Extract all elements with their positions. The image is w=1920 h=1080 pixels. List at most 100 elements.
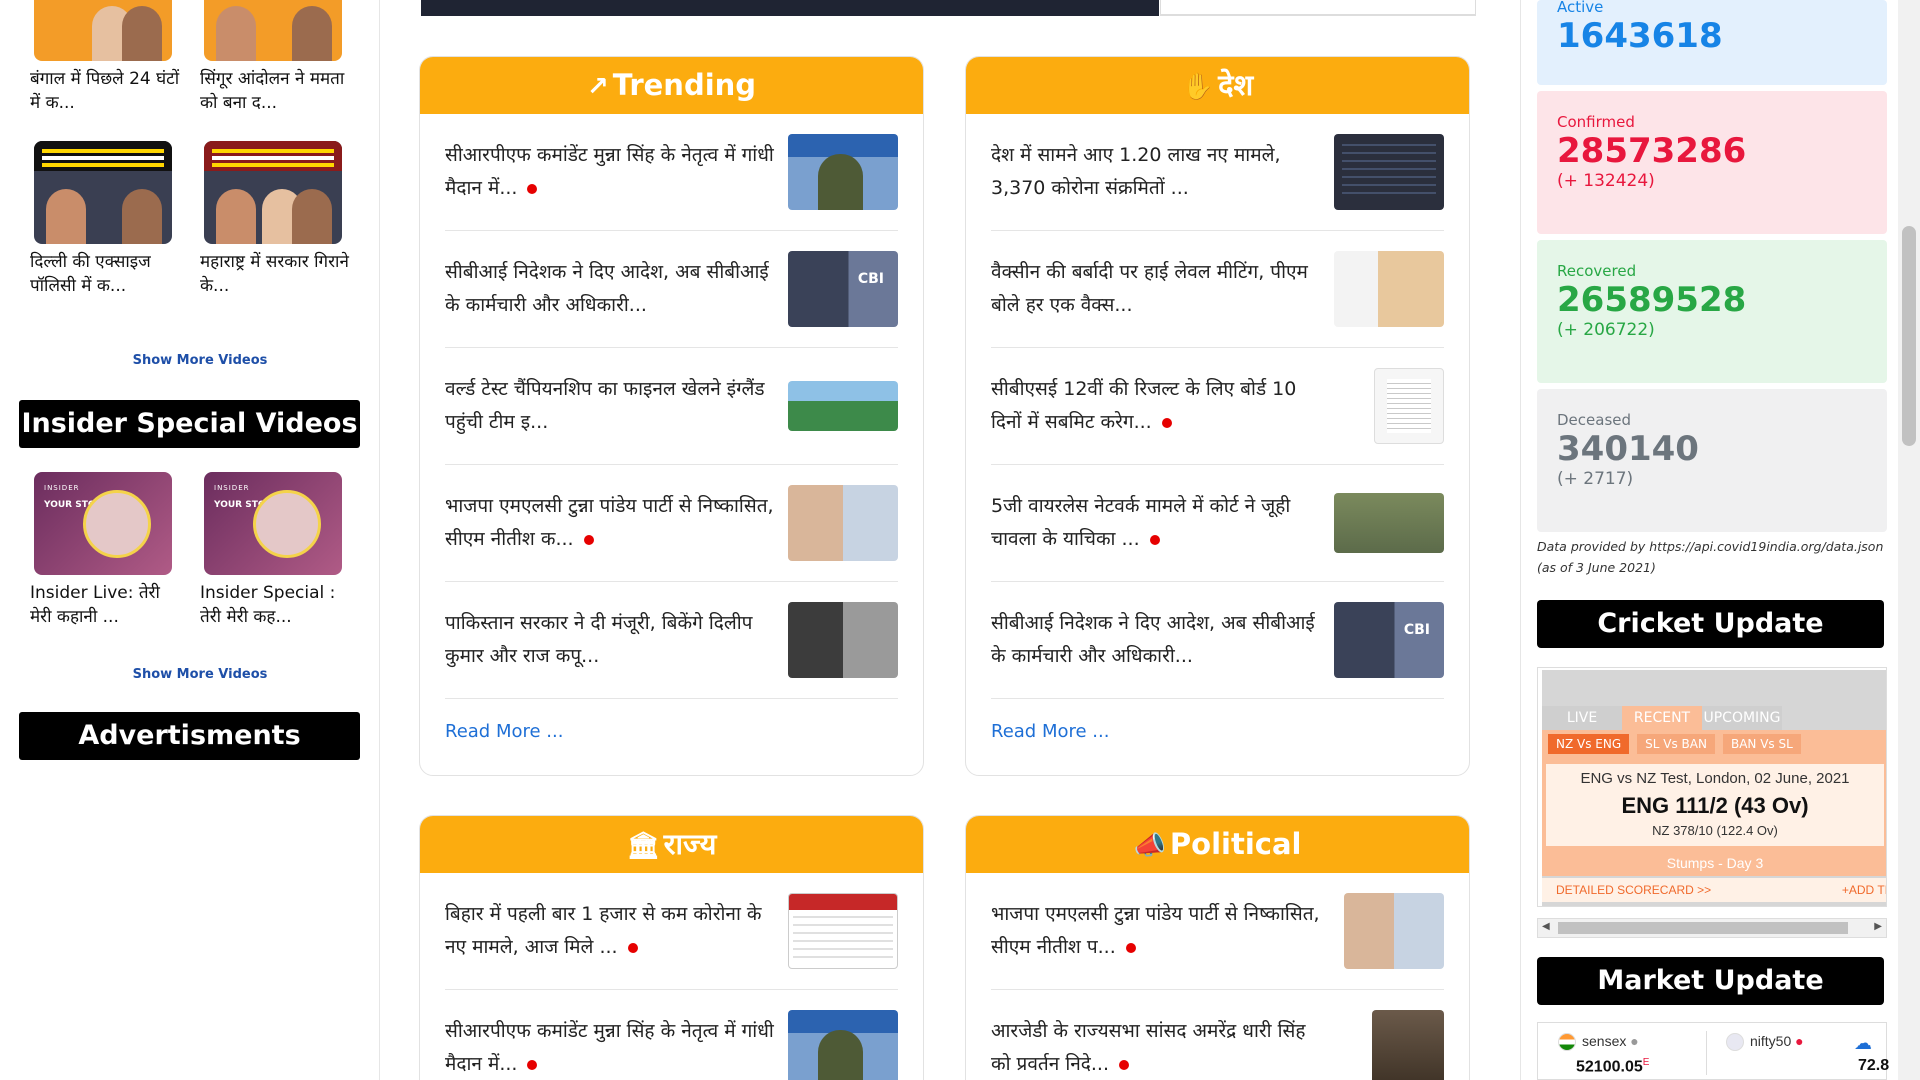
active-value: 1643618: [1557, 16, 1723, 56]
video-title[interactable]: सिंगूर आंदोलन ने ममता को बना द...: [200, 67, 350, 115]
video-thumbnail[interactable]: [34, 141, 172, 244]
video-title[interactable]: Insider Live: तेरी मेरी कहानी ...: [30, 581, 180, 629]
cricket-horizontal-scrollbar[interactable]: ◀ ▶: [1537, 918, 1887, 938]
news-thumbnail[interactable]: [1334, 251, 1444, 327]
news-headline[interactable]: सीआरपीएफ कमांडेंट मुन्ना सिंह के नेतृत्व…: [445, 1020, 774, 1075]
market-update-heading: Market Update: [1537, 957, 1884, 1005]
covid-deceased-card: Deceased 340140 (+ 2717): [1537, 389, 1887, 532]
news-thumbnail[interactable]: [788, 251, 898, 327]
video-card[interactable]: बंगाल में पिछले 24 घंटों में क...: [30, 0, 200, 141]
cricket-widget: LIVE RECENT UPCOMING NZ Vs ENG SL Vs BAN…: [1537, 667, 1887, 907]
news-item[interactable]: भाजपा एमएलसी टुन्ना पांडेय पार्टी से निष…: [445, 465, 898, 582]
news-headline[interactable]: पाकिस्तान सरकार ने दी मंजूरी, बिकेंगे दि…: [445, 612, 752, 667]
cricket-update-heading: Cricket Update: [1537, 600, 1884, 648]
video-thumbnail[interactable]: [204, 141, 342, 244]
news-item[interactable]: आरजेडी के राज्यसभा सांसद अमरेंद्र धारी स…: [991, 990, 1444, 1080]
trending-header[interactable]: ↗ Trending: [420, 57, 923, 114]
show-more-videos-link[interactable]: Show More Videos: [30, 353, 370, 368]
news-headline[interactable]: बिहार में पहली बार 1 हजार से कम कोरोना क…: [445, 903, 762, 958]
news-item[interactable]: 5जी वायरलेस नेटवर्क मामले में कोर्ट ने ज…: [991, 465, 1444, 582]
news-headline[interactable]: सीबीआई निदेशक ने दिए आदेश, अब सीबीआई के …: [445, 261, 769, 316]
news-thumbnail[interactable]: [1334, 134, 1444, 210]
tab-upcoming[interactable]: UPCOMING: [1702, 706, 1782, 730]
video-thumbnail[interactable]: INSIDER YOUR STORY: [204, 472, 342, 575]
news-item[interactable]: सीआरपीएफ कमांडेंट मुन्ना सिंह के नेतृत्व…: [445, 114, 898, 231]
news-item[interactable]: भाजपा एमएलसी टुन्ना पांडेय पार्टी से निष…: [991, 873, 1444, 990]
news-item[interactable]: सीबीएसई 12वीं की रिजल्ट के लिए बोर्ड 10 …: [991, 348, 1444, 465]
news-headline[interactable]: वैक्सीन की बर्बादी पर हाई लेवल मीटिंग, प…: [991, 261, 1308, 316]
scroll-right-icon[interactable]: ▶: [1874, 921, 1882, 932]
insider-special-heading: Insider Special Videos: [19, 400, 360, 448]
political-card: 📣 Political भाजपा एमएलसी टुन्ना पांडेय पा…: [965, 815, 1470, 1080]
news-thumbnail[interactable]: [1344, 893, 1444, 969]
detailed-scorecard-link[interactable]: DETAILED SCORECARD >>: [1556, 883, 1711, 897]
scrollbar-thumb[interactable]: [1558, 922, 1848, 934]
rajya-header[interactable]: 🏛 राज्य: [420, 816, 923, 873]
news-item[interactable]: सीबीआई निदेशक ने दिए आदेश, अब सीबीआई के …: [445, 231, 898, 348]
news-thumbnail[interactable]: [788, 381, 898, 431]
news-thumbnail[interactable]: [1334, 602, 1444, 678]
page-vertical-scrollbar[interactable]: [1898, 0, 1920, 1080]
news-item[interactable]: सीआरपीएफ कमांडेंट मुन्ना सिंह के नेतृत्व…: [445, 990, 898, 1080]
video-thumbnail[interactable]: [34, 0, 172, 61]
scroll-left-icon[interactable]: ◀: [1542, 921, 1550, 932]
read-more-link[interactable]: Read More ...: [445, 721, 898, 775]
desh-header[interactable]: ✋ देश: [966, 57, 1469, 114]
news-headline[interactable]: सीबीआई निदेशक ने दिए आदेश, अब सीबीआई के …: [991, 612, 1315, 667]
match-tab[interactable]: NZ Vs ENG: [1548, 734, 1630, 754]
video-title[interactable]: Insider Special : तेरी मेरी कह...: [200, 581, 350, 629]
tab-live[interactable]: LIVE: [1542, 706, 1622, 730]
tab-recent[interactable]: RECENT: [1622, 706, 1702, 730]
video-grid-top: बंगाल में पिछले 24 घंटों में क... सिंगूर…: [30, 0, 370, 324]
news-headline[interactable]: भाजपा एमएलसी टुन्ना पांडेय पार्टी से निष…: [445, 495, 774, 550]
news-thumbnail[interactable]: [1374, 368, 1444, 444]
sensex-ticker[interactable]: sensex ● 52100.05E: [1558, 1033, 1649, 1075]
news-thumbnail[interactable]: [1334, 493, 1444, 553]
news-headline[interactable]: देश में सामने आए 1.20 लाख नए मामले, 3,37…: [991, 144, 1281, 199]
political-header[interactable]: 📣 Political: [966, 816, 1469, 873]
video-card[interactable]: महाराष्ट्र में सरकार गिराने के...: [200, 141, 370, 324]
news-thumbnail[interactable]: [788, 602, 898, 678]
nifty-ticker[interactable]: nifty50 ●: [1726, 1033, 1804, 1052]
news-item[interactable]: पाकिस्तान सरकार ने दी मंजूरी, बिकेंगे दि…: [445, 582, 898, 699]
video-thumbnail[interactable]: INSIDER YOUR STORY: [34, 472, 172, 575]
news-thumbnail[interactable]: [788, 134, 898, 210]
news-thumbnail[interactable]: [788, 1010, 898, 1080]
video-card[interactable]: INSIDER YOUR STORY Insider Special : तेर…: [200, 472, 370, 655]
read-more-link[interactable]: Read More ...: [991, 721, 1444, 775]
news-headline[interactable]: सीआरपीएफ कमांडेंट मुन्ना सिंह के नेतृत्व…: [445, 144, 774, 199]
sensex-suffix: E: [1642, 1057, 1650, 1068]
match-tab[interactable]: SL Vs BAN: [1637, 734, 1715, 754]
right-sidebar: Active 1643618 Confirmed 28573286 (+ 132…: [1520, 0, 1920, 1080]
video-card[interactable]: INSIDER YOUR STORY Insider Live: तेरी मे…: [30, 472, 200, 655]
news-item[interactable]: वर्ल्ड टेस्ट चैंपियनशिप का फाइनल खेलने इ…: [445, 348, 898, 465]
third-ticker[interactable]: ☁ 72.8: [1854, 1033, 1889, 1074]
add-widget-link[interactable]: +ADD TI: [1842, 883, 1886, 897]
news-headline[interactable]: 5जी वायरलेस नेटवर्क मामले में कोर्ट ने ज…: [991, 495, 1290, 550]
match-tab[interactable]: BAN Vs SL: [1722, 734, 1801, 754]
covid-active-card: Active 1643618: [1537, 0, 1887, 85]
video-title[interactable]: दिल्ली की एक्साइज पॉलिसी में क...: [30, 250, 180, 298]
scrollbar-thumb[interactable]: [1902, 226, 1916, 446]
video-title[interactable]: महाराष्ट्र में सरकार गिराने के...: [200, 250, 350, 298]
news-headline[interactable]: आरजेडी के राज्यसभा सांसद अमरेंद्र धारी स…: [991, 1020, 1306, 1075]
left-sidebar: बंगाल में पिछले 24 घंटों में क... सिंगूर…: [0, 0, 380, 1080]
video-thumbnail[interactable]: [204, 0, 342, 61]
megaphone-icon: 📣: [1133, 831, 1166, 861]
news-headline[interactable]: वर्ल्ड टेस्ट चैंपियनशिप का फाइनल खेलने इ…: [445, 378, 765, 433]
news-headline[interactable]: भाजपा एमएलसी टुन्ना पांडेय पार्टी से निष…: [991, 903, 1320, 958]
video-card[interactable]: सिंगूर आंदोलन ने ममता को बना द...: [200, 0, 370, 141]
news-item[interactable]: देश में सामने आए 1.20 लाख नए मामले, 3,37…: [991, 114, 1444, 231]
news-thumbnail[interactable]: [1372, 1010, 1444, 1080]
news-item[interactable]: वैक्सीन की बर्बादी पर हाई लेवल मीटिंग, प…: [991, 231, 1444, 348]
news-item[interactable]: सीबीआई निदेशक ने दिए आदेश, अब सीबीआई के …: [991, 582, 1444, 699]
market-widget: sensex ● 52100.05E nifty50 ● ☁ 72.8: [1537, 1022, 1889, 1080]
news-thumbnail[interactable]: [788, 893, 898, 969]
video-title[interactable]: बंगाल में पिछले 24 घंटों में क...: [30, 67, 180, 115]
news-headline[interactable]: सीबीएसई 12वीं की रिजल्ट के लिए बोर्ड 10 …: [991, 378, 1296, 433]
news-item[interactable]: बिहार में पहली बार 1 हजार से कम कोरोना क…: [445, 873, 898, 990]
news-thumbnail[interactable]: [788, 485, 898, 561]
video-card[interactable]: दिल्ली की एक्साइज पॉलिसी में क...: [30, 141, 200, 324]
india-map-icon: ✋: [1181, 72, 1215, 102]
show-more-videos-link[interactable]: Show More Videos: [30, 667, 370, 682]
